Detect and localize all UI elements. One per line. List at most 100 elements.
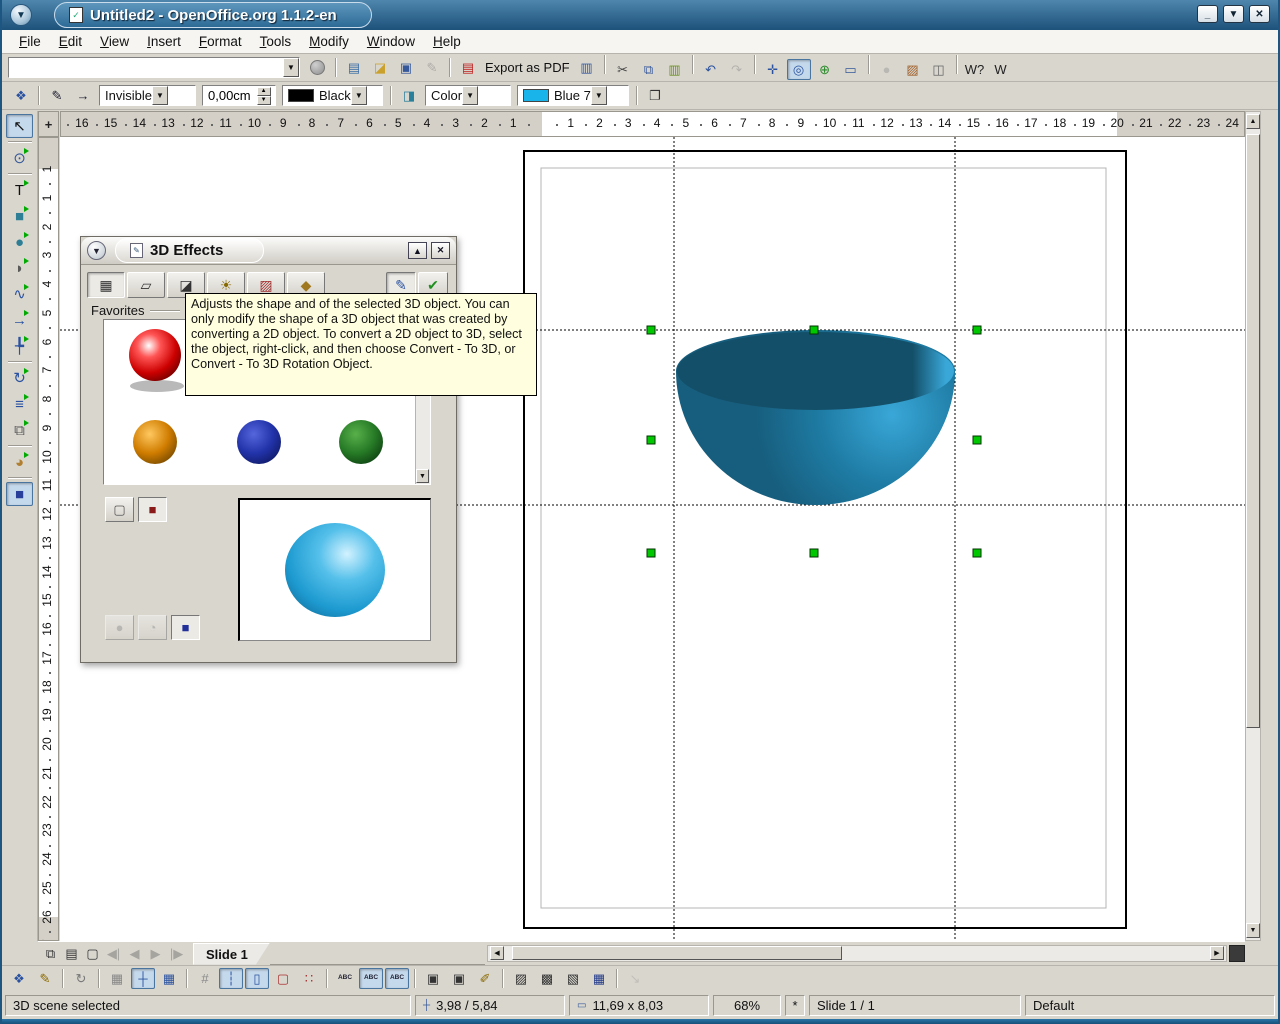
vertical-scrollbar[interactable]: ▲ ▼ [1245, 111, 1261, 941]
select-tool[interactable]: ↖ [6, 114, 33, 138]
select-text-area-only[interactable]: ABC [359, 968, 383, 989]
master-view-button[interactable]: ▤ [62, 945, 81, 963]
status-page-style[interactable]: Default [1025, 995, 1275, 1016]
modify-with-attributes[interactable]: ▣ [421, 968, 445, 989]
menu-insert[interactable]: Insert [138, 30, 190, 53]
help-agent[interactable]: W? [963, 59, 987, 80]
zoom-tool[interactable]: ⊙ [6, 146, 33, 170]
rotate-tool[interactable]: ↻ [6, 366, 33, 390]
selection-handle[interactable] [810, 326, 818, 334]
picture-placeholder[interactable]: ▨ [509, 968, 533, 989]
selection-handle[interactable] [647, 549, 655, 557]
show-snap-lines[interactable]: # [193, 968, 217, 989]
scroll-up-icon[interactable]: ▲ [1246, 114, 1260, 129]
insert-tool[interactable]: ◕ [6, 450, 33, 474]
selection-handle[interactable] [973, 549, 981, 557]
open-document[interactable]: ◪ [368, 57, 392, 78]
snap-to-grid[interactable]: ┼ [131, 968, 155, 989]
lines-arrows-tool[interactable]: → [6, 308, 33, 332]
ellipse-tool[interactable]: ● [6, 230, 33, 254]
copy[interactable]: ⧉ [637, 59, 661, 80]
selection-handle[interactable] [810, 549, 818, 557]
shade-button[interactable]: ▼ [1223, 5, 1244, 23]
create-style[interactable]: ✐ [473, 968, 497, 989]
update-color-button[interactable]: ■ [138, 497, 167, 522]
slide-tab[interactable]: Slide 1 [193, 943, 270, 965]
minimize-button[interactable]: _ [1197, 5, 1218, 23]
layer-view-button[interactable]: ▢ [83, 945, 102, 963]
3d-objects-tool[interactable]: ◗ [6, 256, 33, 280]
horizontal-scroll-thumb[interactable] [512, 946, 842, 960]
paste[interactable]: ▥ [663, 59, 687, 80]
edit-points[interactable]: ❖ [7, 968, 31, 989]
menu-window[interactable]: Window [358, 30, 424, 53]
glue-points[interactable]: ✎ [33, 968, 57, 989]
favorite-blue-sphere[interactable] [237, 420, 281, 464]
line-dialog-button[interactable]: ✎ [45, 85, 69, 106]
update-wireframe-button[interactable]: ▢ [105, 497, 134, 522]
snap-to-object-border[interactable]: ▢ [271, 968, 295, 989]
fill-type-select[interactable]: Color ▼ [425, 85, 511, 106]
curve-tool[interactable]: ∿ [6, 282, 33, 306]
text-tool[interactable]: T [6, 178, 33, 202]
snap-to-object-points[interactable]: ∷ [297, 968, 321, 989]
cut[interactable]: ✂ [611, 59, 635, 80]
status-zoom[interactable]: 68% [713, 995, 781, 1016]
arrow-style-button[interactable]: → [71, 85, 95, 106]
vertical-scroll-thumb[interactable] [1246, 134, 1260, 728]
menu-help[interactable]: Help [424, 30, 470, 53]
menu-view[interactable]: View [91, 30, 138, 53]
vertical-ruler[interactable]: 1123456789101112131415161718192021222324… [38, 137, 59, 941]
dialog-close-button[interactable]: ✕ [431, 242, 450, 259]
show-grid[interactable]: ▦ [105, 968, 129, 989]
slide-view-button[interactable]: ⧉ [41, 945, 60, 963]
line-width-stepper[interactable]: 0,00cm ▲▼ [202, 85, 276, 106]
simple-handles[interactable]: ▣ [447, 968, 471, 989]
line-contour[interactable]: ▦ [587, 968, 611, 989]
menu-format[interactable]: Format [190, 30, 251, 53]
menu-file[interactable]: File [10, 30, 50, 53]
grid-to-front[interactable]: ▦ [157, 968, 181, 989]
geometry-tab[interactable]: ▱ [127, 272, 165, 298]
line-color-select[interactable]: Black ▼ [282, 85, 383, 106]
alignment-tool[interactable]: ≡ [6, 392, 33, 416]
edit-points-button[interactable]: ❖ [9, 85, 33, 106]
system-menu-button[interactable]: ▼ [10, 4, 32, 26]
line-color-dropdown[interactable]: ▼ [351, 86, 367, 105]
export-pdf-label[interactable]: Export as PDF [485, 60, 570, 75]
double-click-to-edit-text[interactable]: ABC [385, 968, 409, 989]
rotation-mode[interactable]: ↻ [69, 968, 93, 989]
area-dialog-button[interactable]: ◨ [397, 85, 421, 106]
selection-handle[interactable] [973, 326, 981, 334]
rectangle-tool[interactable]: ■ [6, 204, 33, 228]
spin-up-icon[interactable]: ▲ [257, 87, 271, 96]
gallery[interactable]: ▨ [901, 59, 925, 80]
print-button[interactable]: ▥ [575, 57, 599, 78]
snap-to-page-margins[interactable]: ▯ [245, 968, 269, 989]
selection-handle[interactable] [647, 436, 655, 444]
horizontal-ruler[interactable]: 1716151413121110987654321123456789101112… [60, 111, 1245, 137]
dialog-rollup-button[interactable]: ▲ [408, 242, 427, 259]
favorite-green-sphere[interactable] [339, 420, 383, 464]
menu-tools[interactable]: Tools [251, 30, 301, 53]
scroll-left-icon[interactable]: ◀ [490, 946, 504, 960]
status-position[interactable]: ┼ 3,98 / 5,84 [415, 995, 565, 1016]
line-style-dropdown[interactable]: ▼ [152, 86, 168, 105]
selection-handle[interactable] [973, 436, 981, 444]
fill-color-select[interactable]: Blue 7 ▼ [517, 85, 629, 106]
scroll-right-icon[interactable]: ▶ [1210, 946, 1224, 960]
favorite-orange-sphere[interactable] [133, 420, 177, 464]
connector-tool[interactable]: ╄ [6, 334, 33, 358]
spin-down-icon[interactable]: ▼ [257, 96, 271, 105]
hyperlink[interactable]: ⊕ [813, 59, 837, 80]
quick-edit[interactable]: ABC [333, 968, 357, 989]
line-style-select[interactable]: Invisible ▼ [99, 85, 196, 106]
favorites-tab[interactable]: ▦ [87, 272, 125, 298]
snap-to-snap-lines[interactable]: ┆ [219, 968, 243, 989]
navigator[interactable]: ✛ [761, 59, 785, 80]
3d-controller-tool[interactable]: ■ [6, 482, 33, 506]
text-placeholder[interactable]: ▧ [561, 968, 585, 989]
url-dropdown-button[interactable]: ▼ [283, 58, 299, 77]
selection-handle[interactable] [647, 326, 655, 334]
arrange-tool[interactable]: ⧉ [6, 418, 33, 442]
